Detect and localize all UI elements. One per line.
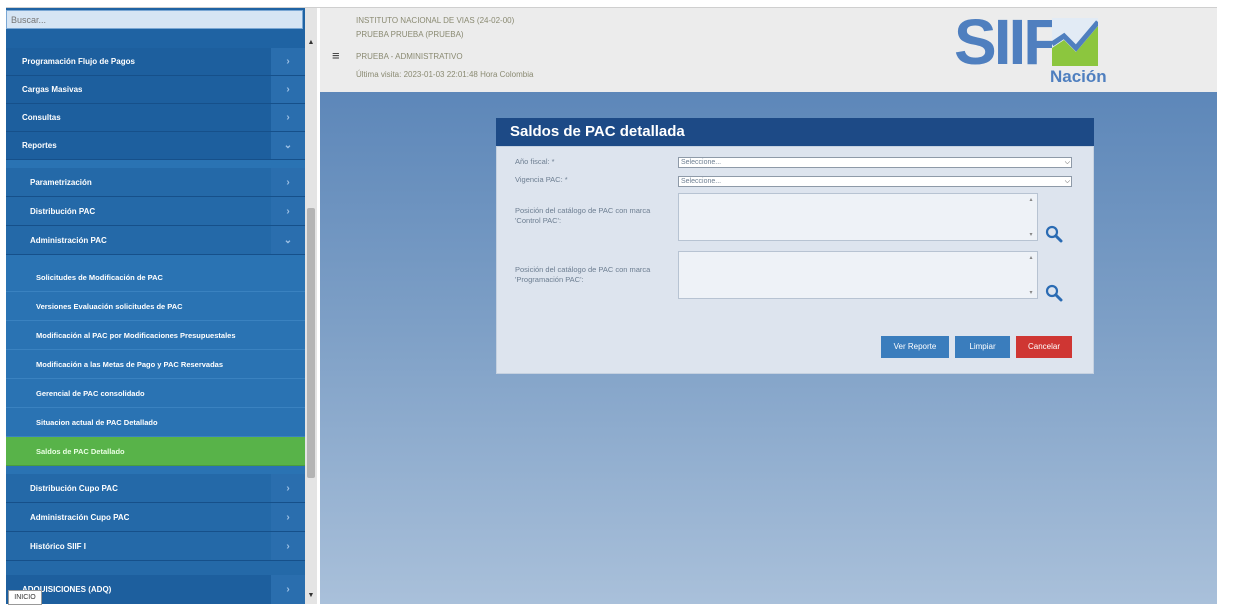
menu-spacer — [6, 466, 305, 474]
entity-name: INSTITUTO NACIONAL DE VIAS (24-02-00) — [356, 16, 515, 25]
sidebar-item-label: Versiones Evaluación solicitudes de PAC — [36, 301, 183, 311]
sidebar-item-distribucion-cupo-pac[interactable]: Distribución Cupo PAC › — [6, 474, 305, 503]
sidebar-menu: Programación Flujo de Pagos › Cargas Mas… — [6, 48, 305, 604]
chevron-right-icon: › — [271, 532, 305, 560]
sidebar-item-saldos-pac-detallado[interactable]: Saldos de PAC Detallado — [6, 437, 305, 466]
programacion-pac-textarea[interactable]: ▴ ▾ — [678, 251, 1038, 299]
sidebar-item-label: Cargas Masivas — [22, 85, 83, 94]
anio-fiscal-label: Año fiscal: * — [515, 157, 555, 166]
sidebar-item-label: Situacion actual de PAC Detallado — [36, 417, 158, 427]
sidebar-item-cargas-masivas[interactable]: Cargas Masivas › — [6, 76, 305, 104]
textarea-scrollbar[interactable]: ▴ ▾ — [1027, 196, 1035, 238]
sidebar-scrollbar[interactable]: ▲ ▼ — [305, 8, 317, 604]
vigencia-pac-value: Seleccione... — [681, 178, 722, 185]
sidebar-item-distribucion-pac[interactable]: Distribución PAC › — [6, 197, 305, 226]
menu-spacer — [6, 255, 305, 263]
sidebar-item-label: Saldos de PAC Detallado — [36, 446, 125, 456]
logo-subtitle: Nación — [1050, 67, 1107, 86]
logo-text: SIIF — [954, 6, 1062, 78]
sidebar-item-label: Reportes — [22, 141, 57, 150]
anio-fiscal-select[interactable]: Seleccione... ⌵ — [678, 157, 1072, 168]
sidebar-item-label: Gerencial de PAC consolidado — [36, 388, 145, 398]
chevron-right-icon: › — [271, 503, 305, 531]
sidebar: Programación Flujo de Pagos › Cargas Mas… — [6, 8, 305, 604]
menu-spacer — [6, 160, 305, 168]
chevron-right-icon: › — [271, 575, 305, 604]
cancelar-button[interactable]: Cancelar — [1016, 336, 1072, 358]
sidebar-item-solicitudes-modificacion[interactable]: Solicitudes de Modificación de PAC — [6, 263, 305, 292]
control-pac-textarea[interactable]: ▴ ▾ — [678, 193, 1038, 241]
menu-spacer — [6, 561, 305, 575]
chevron-right-icon: › — [271, 76, 305, 103]
scroll-down-arrow-icon[interactable]: ▾ — [1027, 231, 1035, 238]
sidebar-item-label: Solicitudes de Modificación de PAC — [36, 272, 163, 282]
search-icon[interactable] — [1045, 225, 1063, 243]
sidebar-item-label: Modificación al PAC por Modificaciones P… — [36, 330, 236, 340]
programacion-pac-label: Posición del catálogo de PAC con marca '… — [515, 265, 651, 284]
sidebar-item-historico-siif[interactable]: Histórico SIIF I › — [6, 532, 305, 561]
sidebar-item-versiones-evaluacion[interactable]: Versiones Evaluación solicitudes de PAC — [6, 292, 305, 321]
sidebar-item-modificacion-pac-presupuestales[interactable]: Modificación al PAC por Modificaciones P… — [6, 321, 305, 350]
sidebar-item-administracion-pac[interactable]: Administración PAC ⌄ — [6, 226, 305, 255]
sidebar-item-label: Administración Cupo PAC — [30, 512, 130, 522]
sidebar-item-modificacion-metas-pago[interactable]: Modificación a las Metas de Pago y PAC R… — [6, 350, 305, 379]
hamburger-menu-icon[interactable]: ≡ — [332, 48, 340, 63]
chevron-right-icon: › — [271, 104, 305, 131]
chevron-right-icon: › — [271, 48, 305, 75]
page-title: Saldos de PAC detallada — [496, 118, 1094, 146]
search-input[interactable] — [6, 10, 303, 29]
chevron-right-icon: › — [271, 474, 305, 502]
sidebar-item-reportes[interactable]: Reportes ⌄ — [6, 132, 305, 160]
sidebar-item-label: Programación Flujo de Pagos — [22, 57, 135, 66]
sidebar-item-administracion-cupo-pac[interactable]: Administración Cupo PAC › — [6, 503, 305, 532]
sidebar-item-label: Consultas — [22, 113, 61, 122]
textarea-scrollbar[interactable]: ▴ ▾ — [1027, 254, 1035, 296]
sidebar-item-parametrizacion[interactable]: Parametrización › — [6, 168, 305, 197]
sidebar-item-label: Parametrización — [30, 177, 92, 187]
last-visit: Última visita: 2023-01-03 22:01:48 Hora … — [356, 70, 534, 79]
user-name: PRUEBA PRUEBA (PRUEBA) — [356, 30, 464, 39]
chevron-right-icon: › — [271, 168, 305, 196]
anio-fiscal-value: Seleccione... — [681, 159, 722, 166]
dropdown-arrow-icon: ⌵ — [1064, 178, 1070, 185]
sidebar-item-label: Distribución Cupo PAC — [30, 483, 118, 493]
vigencia-pac-select[interactable]: Seleccione... ⌵ — [678, 176, 1072, 187]
scroll-thumb[interactable] — [307, 208, 315, 478]
sidebar-item-programacion-flujo-pagos[interactable]: Programación Flujo de Pagos › — [6, 48, 305, 76]
ver-reporte-button[interactable]: Ver Reporte — [881, 336, 949, 358]
scroll-down-arrow-icon[interactable]: ▼ — [305, 591, 317, 601]
sidebar-item-label: Histórico SIIF I — [30, 541, 87, 551]
application-window: Programación Flujo de Pagos › Cargas Mas… — [0, 0, 1237, 610]
scroll-up-arrow-icon[interactable]: ▴ — [1027, 254, 1035, 261]
chevron-right-icon: › — [271, 197, 305, 225]
logo-chart-icon — [1052, 18, 1098, 66]
siif-nacion-logo: SIIF Nación — [954, 10, 1107, 86]
sidebar-item-gerencial-pac[interactable]: Gerencial de PAC consolidado — [6, 379, 305, 408]
user-profile: PRUEBA - ADMINISTRATIVO — [356, 52, 463, 61]
inicio-badge[interactable]: INICIO — [8, 590, 42, 605]
sidebar-item-label: Modificación a las Metas de Pago y PAC R… — [36, 359, 224, 369]
chevron-down-icon: ⌄ — [271, 226, 305, 254]
header: ≡ INSTITUTO NACIONAL DE VIAS (24-02-00) … — [320, 8, 1217, 92]
report-form-panel: Año fiscal: * Seleccione... ⌵ Vigencia P… — [496, 146, 1094, 374]
scroll-up-arrow-icon[interactable]: ▴ — [1027, 196, 1035, 203]
sidebar-item-label: Administración PAC — [30, 235, 107, 245]
vigencia-pac-label: Vigencia PAC: * — [515, 175, 568, 184]
scroll-down-arrow-icon[interactable]: ▾ — [1027, 289, 1035, 296]
dropdown-arrow-icon: ⌵ — [1064, 159, 1070, 166]
limpiar-button[interactable]: Limpiar — [955, 336, 1010, 358]
sidebar-item-label: Distribución PAC — [30, 206, 96, 216]
sidebar-item-situacion-actual-pac[interactable]: Situacion actual de PAC Detallado — [6, 408, 305, 437]
control-pac-label: Posición del catálogo de PAC con marca '… — [515, 206, 651, 225]
main-content: Saldos de PAC detallada Año fiscal: * Se… — [320, 92, 1217, 604]
sidebar-item-consultas[interactable]: Consultas › — [6, 104, 305, 132]
chevron-down-icon: ⌄ — [271, 132, 305, 159]
scroll-up-arrow-icon[interactable]: ▲ — [305, 38, 317, 48]
sidebar-item-adquisiciones[interactable]: ADQUISICIONES (ADQ) › — [6, 575, 305, 604]
search-icon[interactable] — [1045, 284, 1063, 302]
